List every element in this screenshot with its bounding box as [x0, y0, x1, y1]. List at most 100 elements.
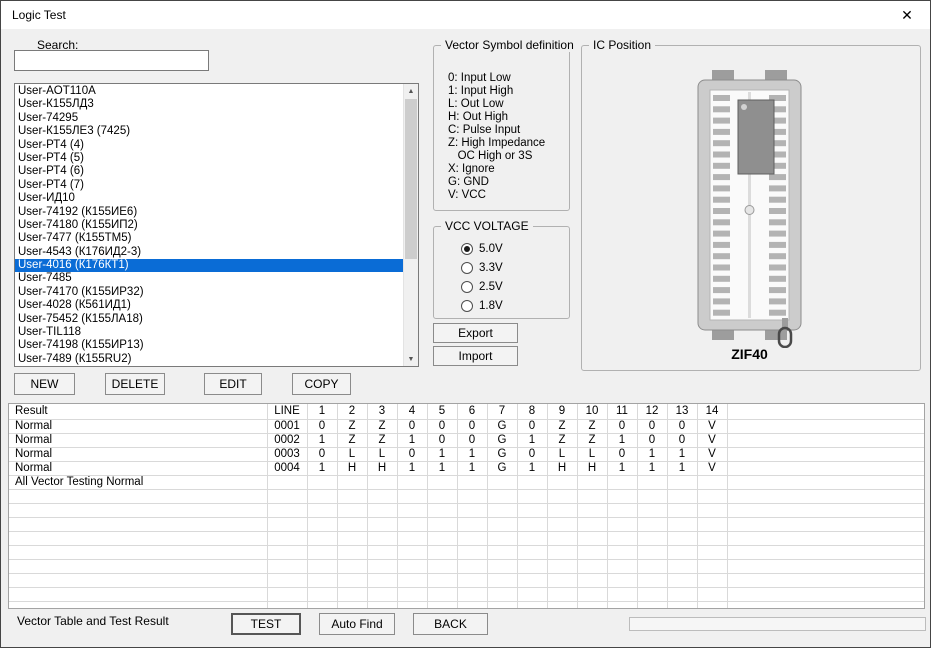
column-header[interactable]: 3 — [367, 404, 397, 420]
list-item[interactable]: User-TIL118 — [15, 326, 404, 339]
vcc-option-18V[interactable]: 1.8V — [461, 296, 569, 315]
list-item[interactable]: User-7485 — [15, 272, 404, 285]
column-header[interactable]: 11 — [607, 404, 637, 420]
column-header[interactable]: 2 — [337, 404, 367, 420]
column-header-filler — [727, 404, 924, 420]
column-header[interactable]: 5 — [427, 404, 457, 420]
vcc-option-label: 5.0V — [479, 243, 503, 255]
line-cell: 0002 — [267, 434, 307, 448]
list-item[interactable]: User-7477 (К155ТМ5) — [15, 232, 404, 245]
vcc-options: 5.0V 3.3V 2.5V 1.8V — [434, 227, 569, 315]
socket-label: ZIF40 — [682, 346, 817, 362]
ic-position-groupbox: IC Position ZIF40 — [581, 45, 921, 371]
table-row — [9, 560, 924, 574]
scrollbar-thumb[interactable] — [405, 99, 417, 259]
line-cell: 0001 — [267, 420, 307, 434]
list-item[interactable]: User-ИД10 — [15, 192, 404, 205]
list-item[interactable]: User-4016 (К176КТ1) — [15, 259, 404, 272]
logic-test-window: Logic Test ✕ Search: User-AOT110AUser-К1… — [0, 0, 931, 648]
column-header[interactable]: 4 — [397, 404, 427, 420]
auto-find-button[interactable]: Auto Find — [319, 613, 395, 635]
chip-list: User-AOT110AUser-К155ЛД3User-74295User-К… — [15, 85, 404, 366]
column-header[interactable]: 8 — [517, 404, 547, 420]
copy-button[interactable]: COPY — [292, 373, 351, 395]
radio-icon — [461, 281, 473, 293]
column-header[interactable]: 14 — [697, 404, 727, 420]
vcc-voltage-title: VCC VOLTAGE — [441, 219, 533, 233]
test-button[interactable]: TEST — [231, 613, 301, 635]
list-item[interactable]: User-4543 (К176ИД2-3) — [15, 246, 404, 259]
table-row — [9, 518, 924, 532]
table-row — [9, 546, 924, 560]
list-item[interactable]: User-75452 (К155ЛА18) — [15, 313, 404, 326]
vector-symbol-line: 1: Input High — [448, 85, 569, 98]
vcc-option-label: 1.8V — [479, 300, 503, 312]
line-cell: 0003 — [267, 448, 307, 462]
table-row[interactable]: Normal00030LL011G0LL011V — [9, 448, 924, 462]
list-item[interactable]: User-К155ЛД3 — [15, 98, 404, 111]
search-input[interactable] — [14, 50, 209, 71]
scroll-up-icon[interactable]: ▲ — [404, 84, 418, 98]
list-item[interactable]: User-К155ЛЕ3 (7425) — [15, 125, 404, 138]
table-row[interactable]: Normal00041HH111G1HH111V — [9, 462, 924, 476]
close-icon[interactable]: ✕ — [884, 1, 930, 29]
table-row[interactable]: Normal00021ZZ100G1ZZ100V — [9, 434, 924, 448]
vector-symbol-line: OC High or 3S — [448, 150, 569, 163]
titlebar: Logic Test ✕ — [1, 1, 930, 29]
list-item[interactable]: User-РТ4 (6) — [15, 165, 404, 178]
list-item[interactable]: User-РТ4 (4) — [15, 139, 404, 152]
vector-symbol-line: 0: Input Low — [448, 72, 569, 85]
table-row[interactable]: All Vector Testing Normal — [9, 476, 924, 490]
vcc-option-50V[interactable]: 5.0V — [461, 239, 569, 258]
vcc-option-label: 3.3V — [479, 262, 503, 274]
list-item[interactable]: User-74180 (К155ИП2) — [15, 219, 404, 232]
vector-symbol-line: V: VCC — [448, 189, 569, 202]
scroll-down-icon[interactable]: ▼ — [404, 352, 418, 366]
vector-symbol-groupbox: Vector Symbol definition 0: Input Low1: … — [433, 45, 570, 211]
list-item[interactable]: User-74170 (К155ИР32) — [15, 286, 404, 299]
delete-button[interactable]: DELETE — [105, 373, 165, 395]
vector-symbol-title: Vector Symbol definition — [441, 38, 578, 52]
column-header[interactable]: 7 — [487, 404, 517, 420]
import-button[interactable]: Import — [433, 346, 518, 366]
vector-table: ResultLINE1234567891011121314Normal00010… — [9, 404, 924, 609]
vcc-option-25V[interactable]: 2.5V — [461, 277, 569, 296]
list-scrollbar[interactable]: ▲ ▼ — [403, 84, 418, 366]
column-header[interactable]: 12 — [637, 404, 667, 420]
result-cell: All Vector Testing Normal — [9, 476, 267, 490]
table-row — [9, 504, 924, 518]
progress-bar — [629, 617, 926, 631]
export-button[interactable]: Export — [433, 323, 518, 343]
result-cell: Normal — [9, 462, 267, 476]
vector-symbol-line: L: Out Low — [448, 98, 569, 111]
column-header[interactable]: LINE — [267, 404, 307, 420]
vector-table-container: ResultLINE1234567891011121314Normal00010… — [8, 403, 925, 609]
line-cell: 0004 — [267, 462, 307, 476]
table-header-row: ResultLINE1234567891011121314 — [9, 404, 924, 420]
list-item[interactable]: User-74295 — [15, 112, 404, 125]
column-header[interactable]: 1 — [307, 404, 337, 420]
ic-position-title: IC Position — [589, 38, 655, 52]
table-row — [9, 532, 924, 546]
list-item[interactable]: User-РТ4 (5) — [15, 152, 404, 165]
list-item[interactable]: User-РТ4 (7) — [15, 179, 404, 192]
column-header[interactable]: 6 — [457, 404, 487, 420]
column-header[interactable]: 9 — [547, 404, 577, 420]
column-header[interactable]: Result — [9, 404, 267, 420]
list-item[interactable]: User-4028 (К561ИД1) — [15, 299, 404, 312]
line-cell — [267, 476, 307, 490]
column-header[interactable]: 10 — [577, 404, 607, 420]
vcc-option-33V[interactable]: 3.3V — [461, 258, 569, 277]
vector-symbol-lines: 0: Input Low1: Input HighL: Out LowH: Ou… — [434, 46, 569, 202]
list-item[interactable]: User-AOT110A — [15, 85, 404, 98]
column-header[interactable]: 13 — [667, 404, 697, 420]
edit-button[interactable]: EDIT — [204, 373, 262, 395]
list-item[interactable]: User-7489 (К155RU2) — [15, 353, 404, 366]
list-item[interactable]: User-74192 (К155ИЕ6) — [15, 206, 404, 219]
vector-symbol-line: X: Ignore — [448, 163, 569, 176]
list-item[interactable]: User-74198 (К155ИР13) — [15, 339, 404, 352]
back-button[interactable]: BACK — [413, 613, 488, 635]
new-button[interactable]: NEW — [14, 373, 75, 395]
table-row[interactable]: Normal00010ZZ000G0ZZ000V — [9, 420, 924, 434]
table-row — [9, 574, 924, 588]
